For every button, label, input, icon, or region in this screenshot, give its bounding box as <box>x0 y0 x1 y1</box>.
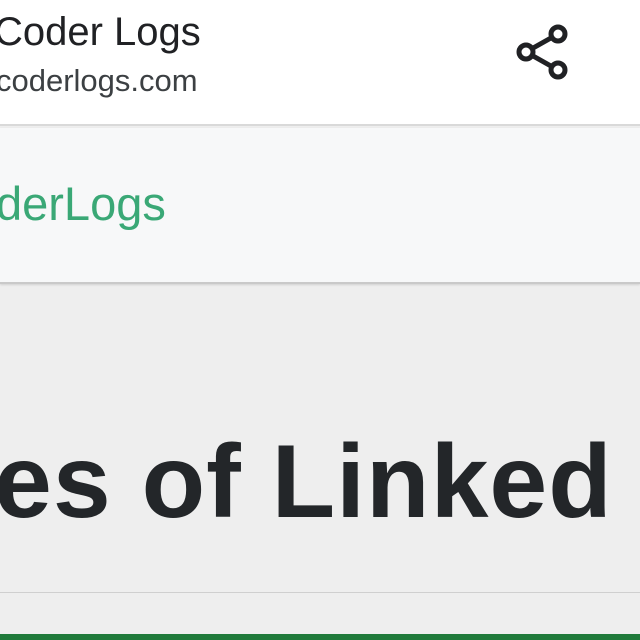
share-button[interactable] <box>506 18 578 86</box>
bottom-accent-bar <box>0 634 640 640</box>
app-header: Coder Logs coderlogs.com <box>0 0 640 126</box>
share-icon <box>516 24 568 80</box>
site-brand-link[interactable]: derLogs <box>0 176 166 232</box>
site-title: Coder Logs <box>0 10 201 54</box>
site-url: coderlogs.com <box>0 63 198 98</box>
content-divider <box>0 592 640 593</box>
article-headline: es of Linked I <box>0 424 640 540</box>
screen: Coder Logs coderlogs.com derLogs es of L… <box>0 0 640 640</box>
